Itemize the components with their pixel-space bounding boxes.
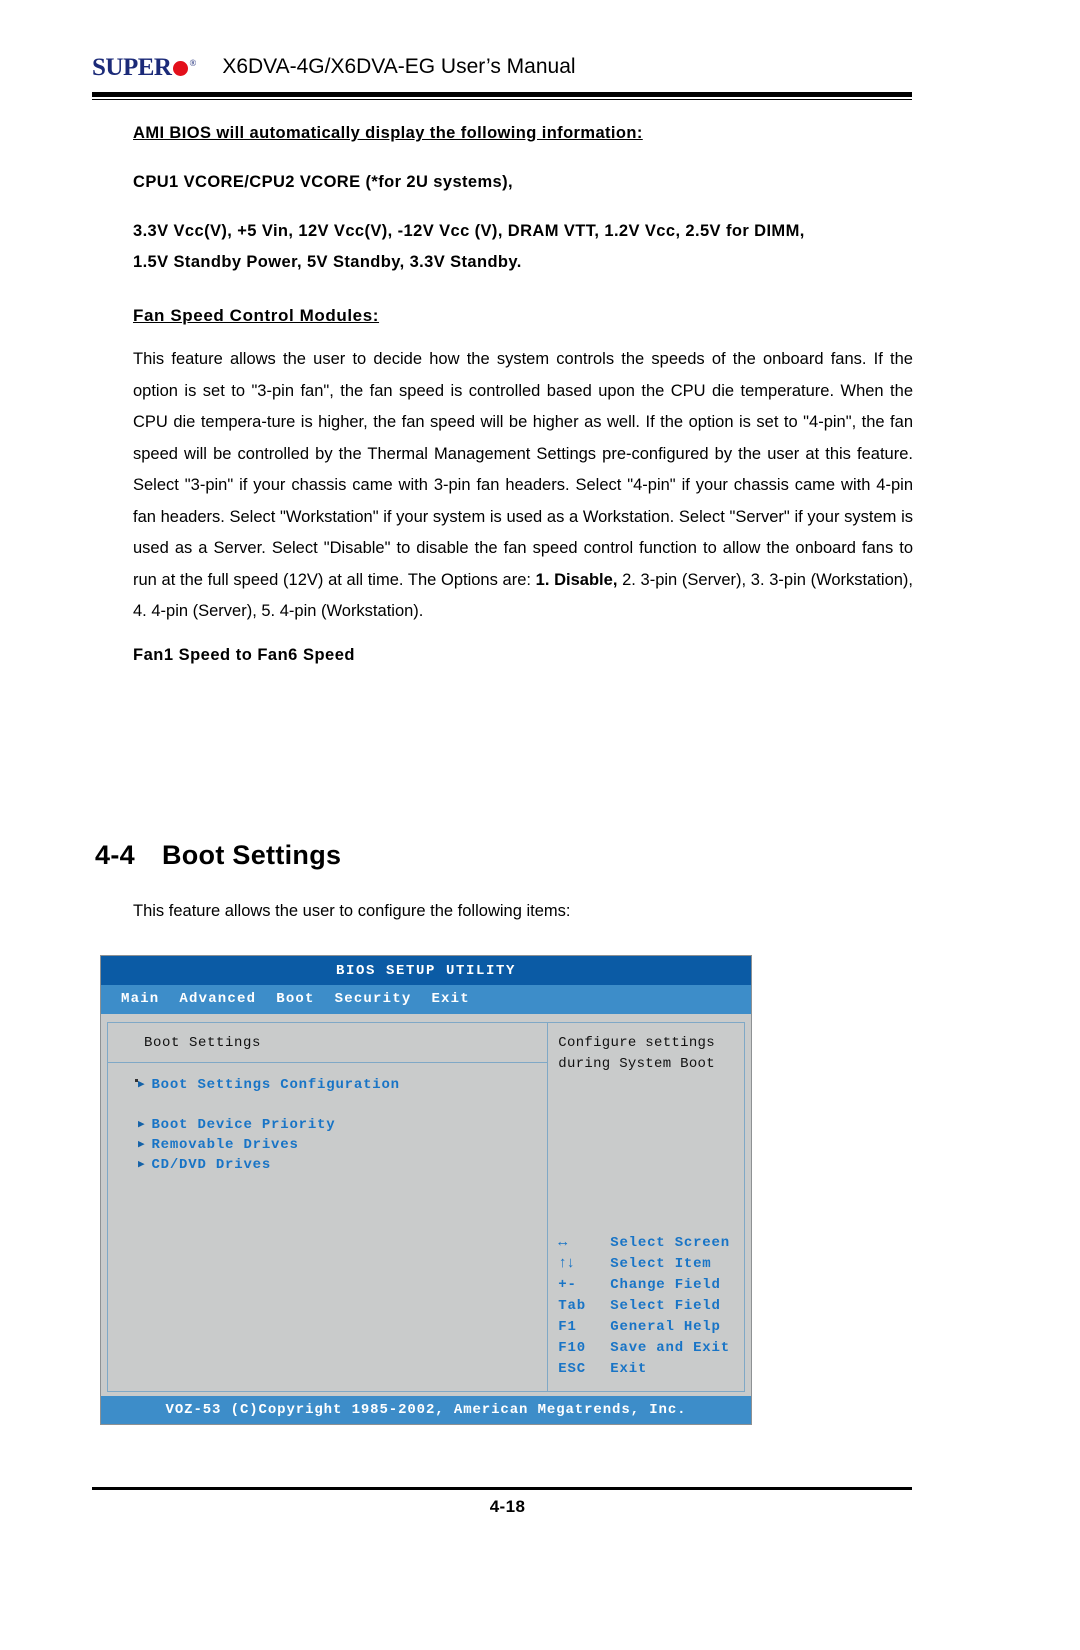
bios-setup-screenshot: BIOS SETUP UTILITY Main Advanced Boot Se… [100, 955, 752, 1425]
logo-wordmark: SUPER [92, 53, 172, 81]
header-rule-thin [92, 99, 912, 100]
triangle-right-icon: ▶ [138, 1078, 146, 1091]
bios-menu-boot[interactable]: Boot [276, 991, 314, 1007]
key-desc: Exit [610, 1360, 648, 1377]
tab-key-icon: Tab [558, 1297, 586, 1314]
section-heading: 4-4 Boot Settings [95, 840, 895, 871]
left-right-arrow-icon: ↔ [558, 1234, 567, 1251]
triangle-right-icon: ▶ [138, 1138, 146, 1151]
bios-menu-exit[interactable]: Exit [431, 991, 469, 1007]
fan-speed-paragraph: This feature allows the user to decide h… [133, 344, 913, 628]
supermicro-logo: SUPER ® [92, 55, 196, 80]
fan-speed-control-heading: Fan Speed Control Modules: [133, 306, 380, 325]
vcore-line: CPU1 VCORE/CPU2 VCORE (*for 2U systems), [133, 173, 514, 191]
f10-key-icon: F10 [558, 1339, 586, 1356]
bios-panel-title: Boot Settings [108, 1023, 548, 1063]
bios-menu-main[interactable]: Main [121, 991, 159, 1007]
footer-rule [92, 1487, 912, 1490]
bios-menu-security[interactable]: Security [335, 991, 412, 1007]
bios-title-bar: BIOS SETUP UTILITY [101, 956, 751, 985]
key-desc: Change Field [610, 1276, 721, 1293]
fan-para-text-1: This feature allows the user to decide h… [133, 350, 913, 589]
section-number: 4-4 [95, 840, 135, 870]
bios-help-line-1: Configure settings [558, 1035, 715, 1051]
document-title: X6DVA-4G/X6DVA-EG User’s Manual [222, 55, 576, 78]
key-row-general-help: F1 General Help [558, 1316, 744, 1337]
bios-copyright-bar: VOZ-53 (C)Copyright 1985-2002, American … [101, 1396, 751, 1424]
key-desc: General Help [610, 1318, 721, 1335]
voltage-line-1: 3.3V Vcc(V), +5 Vin, 12V Vcc(V), -12V Vc… [133, 222, 805, 240]
up-down-arrow-icon: ↑↓ [558, 1255, 575, 1272]
triangle-right-icon: ▶ [138, 1158, 146, 1171]
key-desc: Save and Exit [610, 1339, 730, 1356]
page-number: 4-18 [489, 1497, 526, 1516]
bios-menu-bar: Main Advanced Boot Security Exit [101, 985, 751, 1016]
key-row-select-screen: ↔ Select Screen [558, 1232, 744, 1253]
section-intro-text: This feature allows the user to configur… [133, 902, 571, 920]
key-row-select-field: Tab Select Field [558, 1295, 744, 1316]
bios-body: Boot Settings ▶ Boot Settings Configurat… [101, 1016, 751, 1396]
esc-key-icon: ESC [558, 1360, 586, 1377]
key-desc: Select Field [610, 1297, 721, 1314]
bios-item-label: Boot Device Priority [151, 1117, 336, 1133]
bios-menu-list: ▶ Boot Settings Configuration ▶ Boot Dev… [108, 1063, 547, 1175]
bios-item-removable-drives[interactable]: ▶ Removable Drives [138, 1135, 547, 1155]
bios-menu-advanced[interactable]: Advanced [179, 991, 256, 1007]
manual-page: SUPER ® X6DVA-4G/X6DVA-EG User’s Manual A… [0, 0, 1080, 1650]
bios-item-boot-device-priority[interactable]: ▶ Boot Device Priority [138, 1115, 547, 1135]
key-desc: Select Screen [610, 1234, 730, 1251]
key-row-exit: ESC Exit [558, 1358, 744, 1379]
plus-minus-key-icon: +- [558, 1276, 577, 1293]
fan-para-bold-option: 1. Disable, [535, 570, 618, 589]
header-rule-thick [92, 92, 912, 97]
bios-item-label: Boot Settings Configuration [151, 1077, 400, 1093]
bios-help-line-2: during System Boot [558, 1056, 715, 1072]
bios-item-boot-settings-configuration[interactable]: ▶ Boot Settings Configuration [138, 1075, 547, 1095]
registered-mark-icon: ® [189, 57, 197, 68]
body-content: AMI BIOS will automatically display the … [133, 118, 913, 665]
voltage-line-2: 1.5V Standby Power, 5V Standby, 3.3V Sta… [133, 253, 522, 271]
f1-key-icon: F1 [558, 1318, 577, 1335]
section-title: Boot Settings [161, 840, 342, 870]
key-row-select-item: ↑↓ Select Item [558, 1253, 744, 1274]
key-row-save-and-exit: F10 Save and Exit [558, 1337, 744, 1358]
logo-dot-icon [173, 60, 189, 76]
ami-bios-heading: AMI BIOS will automatically display the … [133, 124, 643, 142]
key-desc: Select Item [610, 1255, 712, 1272]
bios-help-panel: Configure settings during System Boot ↔ … [547, 1022, 745, 1392]
bios-key-legend: ↔ Select Screen ↑↓ Select Item +- Change… [558, 1232, 744, 1379]
bios-item-label: Removable Drives [151, 1137, 299, 1153]
bios-item-label: CD/DVD Drives [151, 1157, 272, 1173]
bios-item-cd-dvd-drives[interactable]: ▶ CD/DVD Drives [138, 1155, 547, 1175]
fan-speed-range-label: Fan1 Speed to Fan6 Speed [133, 645, 355, 664]
key-row-change-field: +- Change Field [558, 1274, 744, 1295]
triangle-right-icon: ▶ [138, 1118, 146, 1131]
selection-marker-icon [135, 1079, 138, 1082]
page-header: SUPER ® X6DVA-4G/X6DVA-EG User’s Manual [92, 44, 912, 90]
bios-left-panel: Boot Settings ▶ Boot Settings Configurat… [107, 1022, 548, 1392]
